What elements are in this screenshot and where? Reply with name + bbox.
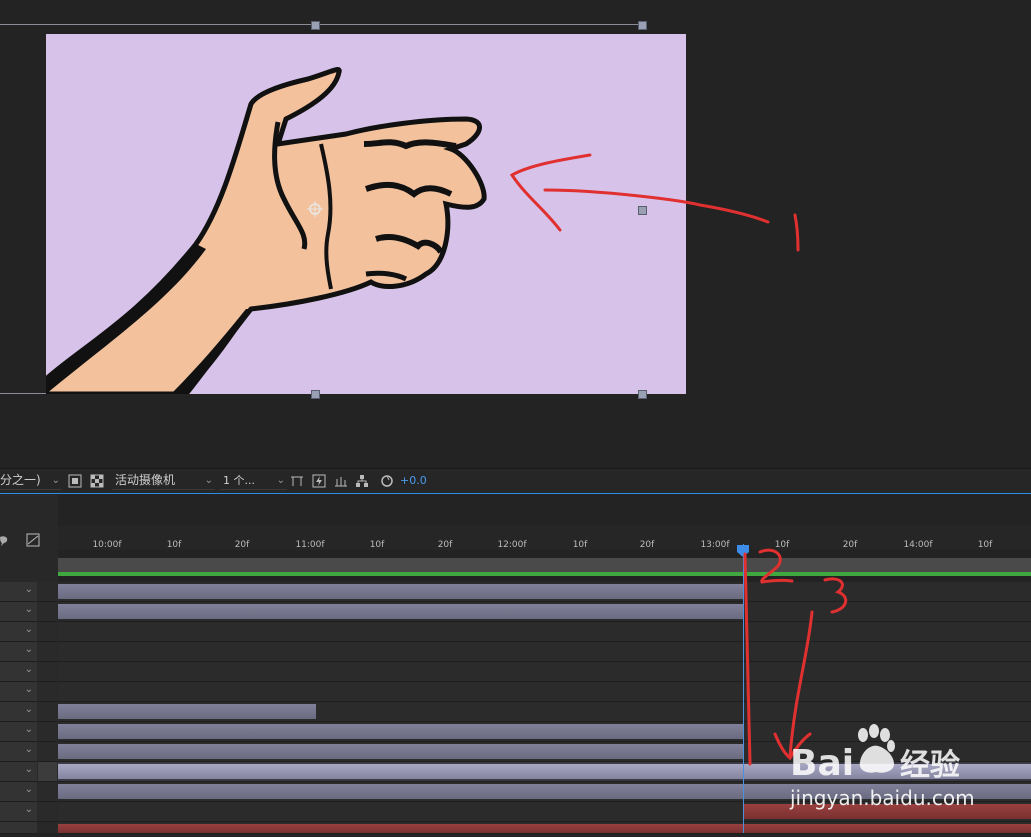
watermark-url: jingyan.baidu.com (790, 786, 975, 810)
reset-exposure-icon[interactable] (380, 474, 394, 491)
composition-viewer[interactable] (0, 0, 1031, 468)
resolution-dropdown[interactable]: 分之一) ⌄ (0, 472, 62, 490)
chevron-down-icon: ⌄ (51, 475, 60, 486)
views-dropdown[interactable]: 1 个... ⌄ (220, 472, 287, 490)
svg-text:Bai: Bai (790, 743, 854, 784)
timeline-icon[interactable] (334, 474, 348, 491)
camera-dropdown[interactable]: 活动摄像机 ⌄ (112, 472, 215, 490)
fast-previews-icon[interactable] (312, 474, 326, 491)
chevron-down-icon: ⌄ (204, 475, 213, 486)
baidu-logo: Bai 经验 (790, 724, 960, 784)
transparency-grid-icon[interactable] (90, 474, 104, 491)
toggle-pixel-aspect-icon[interactable] (290, 474, 304, 491)
resolution-label: 分之一) (0, 473, 41, 487)
flowchart-icon[interactable] (355, 474, 369, 491)
exposure-value[interactable]: +0.0 (400, 472, 427, 489)
camera-label: 活动摄像机 (115, 473, 176, 487)
baidu-jingyan-watermark: Bai 经验 jingyan.baidu.com (790, 722, 1031, 833)
region-of-interest-icon[interactable] (68, 474, 82, 491)
views-label: 1 个... (223, 474, 255, 487)
svg-text:经验: 经验 (900, 748, 960, 783)
viewer-toolbar: 分之一) ⌄ 活动摄像机 ⌄ 1 个... ⌄ +0.0 (0, 468, 1031, 493)
annotation-arrow-1 (509, 153, 800, 252)
chevron-down-icon: ⌄ (276, 475, 285, 486)
